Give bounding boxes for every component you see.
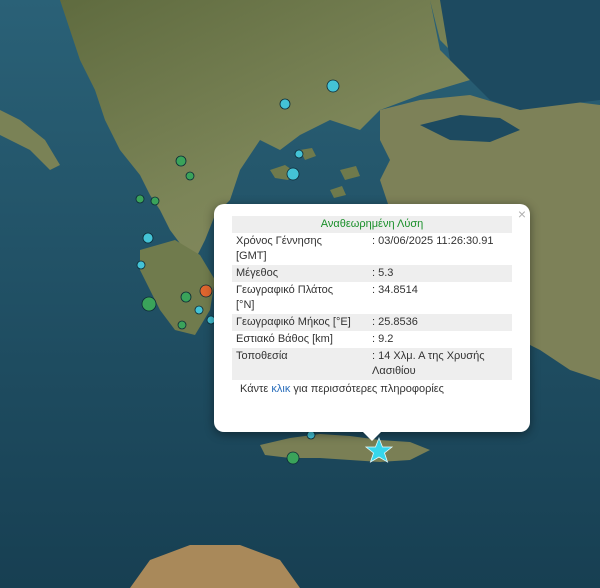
origin-time-value: : 03/06/2025 11:26:30.91 <box>372 235 494 247</box>
magnitude-value: : 5.3 <box>358 265 512 282</box>
earthquake-marker[interactable] <box>150 196 160 206</box>
longitude-value: : 25.8536 <box>358 314 512 331</box>
popup-content: Αναθεωρημένη Λύση Χρόνος Γέννησης [GMT] … <box>232 216 512 395</box>
earthquake-marker[interactable] <box>136 260 146 270</box>
row-depth: Εστιακό Βάθος [km] : 9.2 <box>232 331 512 348</box>
earthquake-marker[interactable] <box>286 451 300 465</box>
popup-title: Αναθεωρημένη Λύση <box>232 216 512 233</box>
earthquake-marker[interactable] <box>142 232 154 244</box>
latitude-value: : 34.8514 <box>372 284 418 296</box>
more-info-prefix: Κάντε <box>240 383 272 395</box>
location-label: Τοποθεσία <box>232 348 358 380</box>
earthquake-marker[interactable] <box>199 284 213 298</box>
earthquake-marker[interactable] <box>135 194 145 204</box>
more-info-line: Κάντε κλικ για περισσότερες πληροφορίες <box>232 383 512 395</box>
row-latitude: Γεωγραφικό Πλάτος [°N] : 34.8514 <box>232 282 512 314</box>
earthquake-marker[interactable] <box>306 430 316 440</box>
earthquake-marker[interactable] <box>180 291 192 303</box>
earthquake-marker[interactable] <box>286 167 300 181</box>
popup-pointer <box>362 431 382 441</box>
origin-time-label: Χρόνος Γέννησης [GMT] <box>236 235 322 262</box>
row-location: Τοποθεσία : 14 Χλμ. Α της Χρυσής Λασιθίο… <box>232 348 512 380</box>
earthquake-marker[interactable] <box>294 149 304 159</box>
latitude-label: Γεωγραφικό Πλάτος [°N] <box>236 284 334 311</box>
earthquake-marker[interactable] <box>141 296 157 312</box>
longitude-label: Γεωγραφικό Μήκος [°E] <box>232 314 358 331</box>
magnitude-label: Μέγεθος <box>232 265 358 282</box>
earthquake-marker[interactable] <box>279 98 291 110</box>
event-popup: × Αναθεωρημένη Λύση Χρόνος Γέννησης [GMT… <box>214 204 530 432</box>
more-info-suffix: για περισσότερες πληροφορίες <box>290 383 444 395</box>
row-origin-time: Χρόνος Γέννησης [GMT] : 03/06/2025 11:26… <box>232 233 512 265</box>
earthquake-marker[interactable] <box>185 171 195 181</box>
depth-label: Εστιακό Βάθος [km] <box>236 333 333 345</box>
earthquake-marker[interactable] <box>177 320 187 330</box>
row-magnitude: Μέγεθος : 5.3 <box>232 265 512 282</box>
location-value: : 14 Χλμ. Α της Χρυσής Λασιθίου <box>358 348 512 380</box>
event-info-table: Χρόνος Γέννησης [GMT] : 03/06/2025 11:26… <box>232 233 512 380</box>
earthquake-marker[interactable] <box>175 155 187 167</box>
earthquake-marker[interactable] <box>326 79 340 93</box>
earthquake-marker[interactable] <box>194 305 204 315</box>
close-icon[interactable]: × <box>518 207 526 221</box>
row-longitude: Γεωγραφικό Μήκος [°E] : 25.8536 <box>232 314 512 331</box>
depth-value: : 9.2 <box>372 333 394 345</box>
more-info-link[interactable]: κλικ <box>271 383 290 395</box>
